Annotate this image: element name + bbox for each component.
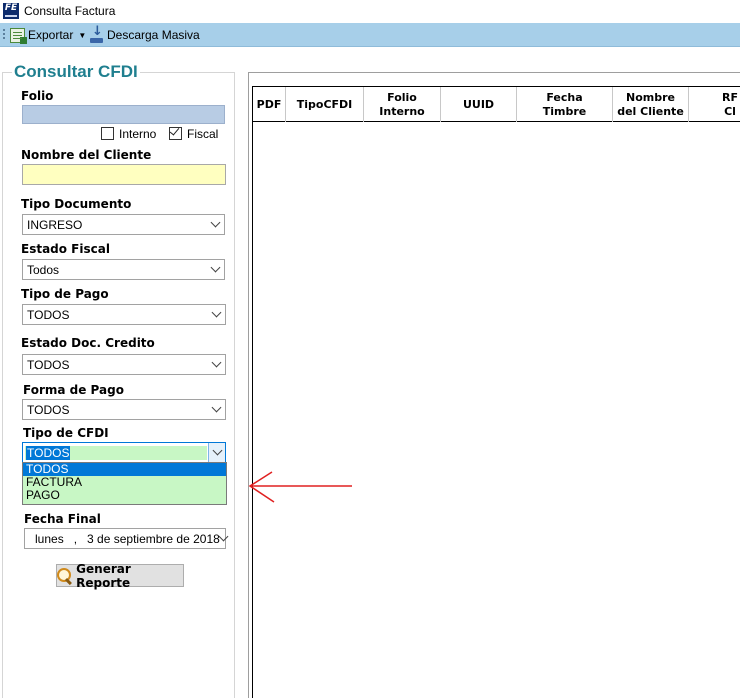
tipo-cfdi-dropdown-list: TODOS FACTURA PAGO — [22, 462, 227, 505]
generar-reporte-label: Generar Reporte — [76, 561, 131, 590]
window-title: Consulta Factura — [24, 4, 116, 18]
tipo-documento-select[interactable]: INGRESO — [22, 214, 225, 235]
column-header[interactable]: TipoCFDI — [286, 87, 364, 122]
checkmark-icon — [169, 125, 180, 136]
toolbar: Exportar ▼ Descarga Masiva — [0, 23, 740, 47]
grid-header: PDF TipoCFDI Folio Interno UUID Fecha Ti… — [253, 87, 740, 122]
section-title: Consultar CFDI — [12, 62, 140, 82]
descarga-masiva-label: Descarga Masiva — [107, 28, 200, 42]
forma-pago-label: Forma de Pago — [23, 383, 124, 397]
tipo-cfdi-select[interactable]: TODOS — [22, 442, 226, 463]
forma-pago-select[interactable]: TODOS — [22, 399, 226, 420]
estado-fiscal-label: Estado Fiscal — [21, 242, 110, 256]
chevron-down-icon[interactable] — [208, 355, 225, 374]
tipo-cfdi-value: TODOS — [26, 445, 71, 460]
tipo-cfdi-value-wrap: TODOS — [25, 445, 207, 460]
estado-fiscal-value: Todos — [27, 262, 60, 277]
cliente-input[interactable] — [22, 164, 226, 185]
chevron-down-icon[interactable] — [207, 260, 224, 279]
estado-doc-credito-label: Estado Doc. Credito — [21, 336, 155, 350]
export-label: Exportar — [28, 28, 74, 42]
search-icon — [57, 567, 72, 584]
fecha-final-picker[interactable]: lunes , 3 de septiembre de 2018 — [24, 528, 229, 549]
tipo-pago-select[interactable]: TODOS — [22, 304, 226, 325]
folio-input[interactable] — [22, 105, 225, 124]
estado-doc-credito-value: TODOS — [27, 357, 70, 372]
download-icon — [89, 24, 104, 43]
toolbar-grip[interactable] — [3, 29, 5, 41]
fiscal-checkbox[interactable] — [169, 125, 182, 140]
results-grid[interactable]: PDF TipoCFDI Folio Interno UUID Fecha Ti… — [252, 86, 740, 698]
column-header[interactable]: UUID — [441, 87, 517, 122]
chevron-down-icon[interactable] — [208, 400, 225, 419]
dropdown-caret-icon: ▼ — [78, 30, 87, 40]
fecha-final-value: lunes , 3 de septiembre de 2018 — [35, 531, 220, 546]
dropdown-option[interactable]: PAGO — [23, 489, 226, 502]
cliente-label: Nombre del Cliente — [21, 148, 152, 162]
chevron-down-icon[interactable] — [218, 529, 229, 548]
column-header[interactable]: Nombre del Cliente — [613, 87, 689, 122]
chevron-down-icon[interactable] — [208, 443, 225, 462]
fiscal-label: Fiscal — [187, 127, 219, 141]
chevron-down-icon[interactable] — [208, 305, 225, 324]
interno-label: Interno — [119, 127, 157, 141]
descarga-masiva-button[interactable]: Descarga Masiva — [89, 24, 200, 44]
estado-fiscal-select[interactable]: Todos — [22, 259, 225, 280]
column-header[interactable]: Fecha Timbre — [517, 87, 613, 122]
annotation-arrow-icon — [248, 471, 352, 503]
tipo-cfdi-label: Tipo de CFDI — [23, 426, 109, 440]
results-panel: PDF TipoCFDI Folio Interno UUID Fecha Ti… — [248, 72, 740, 698]
fecha-final-label: Fecha Final — [24, 512, 101, 526]
generar-reporte-button[interactable]: Generar Reporte — [56, 561, 184, 590]
tipo-documento-value: INGRESO — [27, 217, 83, 232]
tipo-documento-label: Tipo Documento — [21, 197, 132, 211]
column-header[interactable]: Folio Interno — [364, 87, 441, 122]
folio-label: Folio — [21, 89, 54, 103]
excel-icon — [10, 27, 27, 44]
app-logo-text: FE — [4, 3, 18, 13]
tipo-pago-label: Tipo de Pago — [21, 287, 109, 301]
export-dropdown-button[interactable]: Exportar ▼ — [10, 26, 86, 44]
forma-pago-value: TODOS — [27, 402, 70, 417]
tipo-pago-value: TODOS — [27, 307, 70, 322]
title-bar: FE Consulta Factura — [0, 0, 740, 23]
chevron-down-icon[interactable] — [207, 215, 224, 234]
interno-checkbox[interactable] — [101, 127, 114, 140]
estado-doc-credito-select[interactable]: TODOS — [22, 354, 226, 375]
column-header[interactable]: RF Cl — [689, 87, 740, 122]
app-logo-icon: FE — [3, 3, 19, 19]
column-header[interactable]: PDF — [253, 87, 286, 122]
